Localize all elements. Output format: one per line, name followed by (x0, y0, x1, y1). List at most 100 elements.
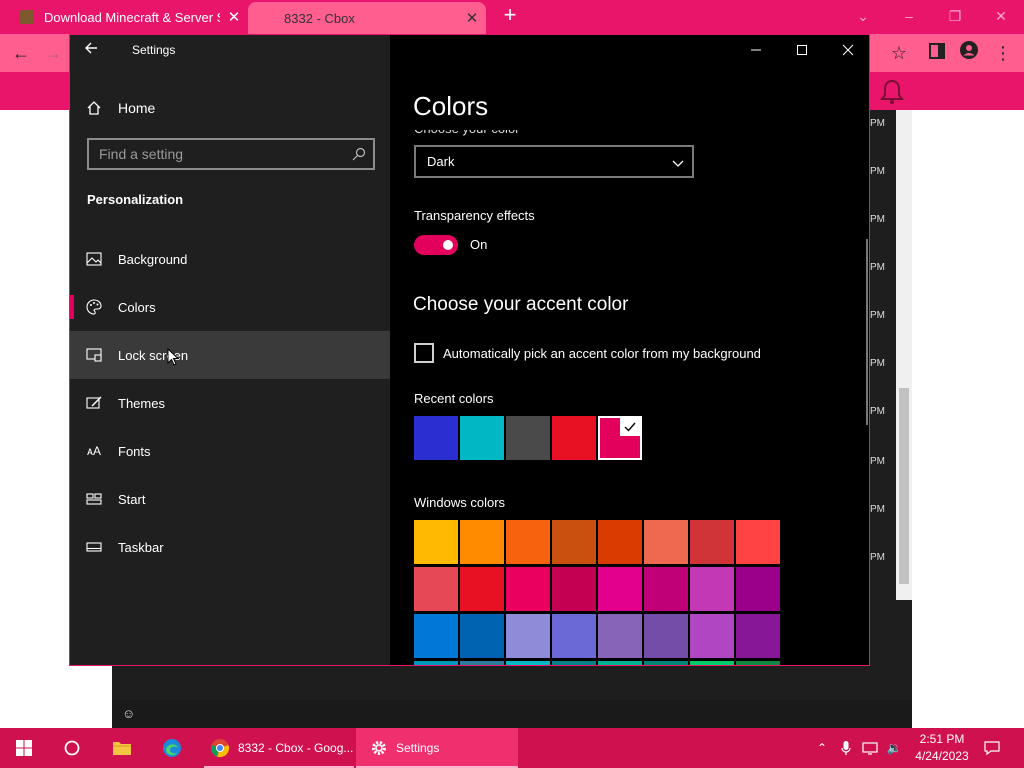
back-arrow-icon[interactable] (84, 41, 106, 61)
cortana-search-button[interactable] (56, 728, 88, 768)
file-explorer-button[interactable] (106, 728, 138, 768)
windows-color-swatch[interactable] (460, 614, 504, 658)
find-setting-search[interactable]: Find a setting (87, 138, 375, 170)
recent-color-swatch[interactable] (460, 416, 504, 460)
start-button[interactable] (8, 728, 40, 768)
windows-color-swatch[interactable] (598, 520, 642, 564)
sidebar-item-taskbar[interactable]: Taskbar (70, 523, 390, 571)
auto-pick-checkbox[interactable] (414, 343, 434, 363)
windows-color-swatch[interactable] (690, 614, 734, 658)
emoji-icon[interactable]: ☺ (122, 706, 135, 721)
window-title: Settings (132, 43, 176, 57)
windows-color-swatch[interactable] (506, 520, 550, 564)
action-center-icon[interactable] (982, 738, 1002, 758)
sidebar-item-background[interactable]: Background (70, 235, 390, 283)
notification-bell-icon[interactable] (878, 78, 906, 106)
recent-color-swatch[interactable] (552, 416, 596, 460)
side-panel-icon[interactable] (922, 38, 952, 68)
tab-close-icon[interactable]: ✕ (220, 8, 248, 26)
scrollbar-thumb[interactable] (899, 388, 909, 584)
new-tab-button[interactable]: + (498, 4, 522, 28)
forward-arrow-icon[interactable]: → (38, 38, 68, 68)
windows-color-swatch[interactable] (460, 520, 504, 564)
sidebar-item-lock-screen[interactable]: Lock screen (70, 331, 390, 379)
sidebar-item-themes[interactable]: Themes (70, 379, 390, 427)
recent-color-swatch[interactable] (506, 416, 550, 460)
windows-color-swatch[interactable] (414, 520, 458, 564)
mouse-cursor-icon (167, 347, 180, 371)
network-icon[interactable] (860, 738, 880, 758)
back-arrow-icon[interactable]: ← (6, 38, 36, 68)
recent-colors-label: Recent colors (414, 391, 494, 406)
sidebar-item-colors[interactable]: Colors (70, 283, 390, 331)
search-icon[interactable] (345, 147, 373, 161)
profile-avatar-icon[interactable] (954, 38, 984, 68)
show-hidden-icons-chevron-icon[interactable]: ⌃ (812, 738, 832, 758)
close-browser-icon[interactable]: ✕ (978, 4, 1024, 28)
minimize-icon[interactable] (733, 35, 779, 65)
auto-pick-accent-row[interactable]: Automatically pick an accent color from … (414, 343, 761, 363)
browser-menu-icon[interactable]: ⋮ (988, 38, 1018, 68)
taskbar-chrome-window[interactable]: 8332 - Cbox - Goog... (204, 728, 354, 768)
recent-color-swatch[interactable] (598, 416, 642, 460)
windows-color-swatch[interactable] (690, 661, 734, 665)
chat-scrollbar[interactable] (896, 110, 912, 600)
browser-tab-cbox[interactable]: 8332 - Cbox ✕ (248, 2, 486, 34)
taskbar-clock[interactable]: 2:51 PM 4/24/2023 (904, 731, 980, 765)
close-icon[interactable] (825, 35, 869, 65)
windows-color-swatch[interactable] (552, 661, 596, 665)
windows-color-swatch[interactable] (552, 614, 596, 658)
minimize-browser-icon[interactable]: – (886, 4, 932, 28)
windows-color-swatch[interactable] (644, 520, 688, 564)
home-nav-item[interactable]: Home (70, 91, 390, 125)
bookmark-star-icon[interactable]: ☆ (884, 38, 914, 68)
windows-color-swatch[interactable] (644, 614, 688, 658)
sidebar-item-label: Colors (118, 299, 156, 315)
windows-color-swatch[interactable] (552, 567, 596, 611)
windows-color-swatch[interactable] (414, 567, 458, 611)
microphone-icon[interactable] (836, 738, 856, 758)
windows-color-swatch[interactable] (736, 661, 780, 665)
windows-color-swatch[interactable] (690, 567, 734, 611)
tab-search-chevron-icon[interactable]: ⌄ (840, 4, 886, 28)
windows-color-swatch[interactable] (736, 567, 780, 611)
restore-browser-icon[interactable]: ❐ (932, 4, 978, 28)
windows-color-swatch[interactable] (506, 614, 550, 658)
volume-icon[interactable]: 🔉 (884, 738, 904, 758)
windows-color-swatch[interactable] (690, 520, 734, 564)
fonts-icon: ᴀA (87, 444, 101, 458)
chrome-icon (210, 739, 230, 758)
windows-color-swatch[interactable] (644, 661, 688, 665)
recent-color-swatch[interactable] (414, 416, 458, 460)
windows-color-swatch[interactable] (598, 661, 642, 665)
browser-tab-minecraft[interactable]: Download Minecraft & Server So ✕ (8, 0, 248, 34)
edge-browser-button[interactable] (156, 728, 188, 768)
windows-color-swatch[interactable] (736, 520, 780, 564)
chat-time: PM (870, 504, 885, 515)
windows-color-swatch[interactable] (460, 567, 504, 611)
windows-color-swatch[interactable] (552, 520, 596, 564)
windows-color-swatch[interactable] (460, 661, 504, 665)
home-icon (70, 100, 118, 116)
gear-icon (372, 741, 386, 755)
toggle-knob (443, 240, 453, 250)
maximize-icon[interactable] (779, 35, 825, 65)
windows-color-swatch[interactable] (644, 567, 688, 611)
windows-color-swatch[interactable] (414, 661, 458, 665)
windows-color-swatch[interactable] (598, 614, 642, 658)
checkmark-icon (620, 418, 640, 436)
windows-color-swatch[interactable] (414, 614, 458, 658)
windows-color-swatch[interactable] (736, 614, 780, 658)
choose-color-dropdown[interactable]: Dark (414, 145, 694, 178)
windows-color-swatch[interactable] (506, 567, 550, 611)
transparency-toggle[interactable] (414, 235, 458, 255)
windows-color-swatch[interactable] (506, 661, 550, 665)
sidebar-item-fonts[interactable]: ᴀA Fonts (70, 427, 390, 475)
chat-time: PM (870, 406, 885, 417)
sidebar-item-start[interactable]: Start (70, 475, 390, 523)
settings-scrollbar[interactable] (866, 239, 868, 425)
search-input[interactable]: Find a setting (89, 146, 345, 162)
tab-close-icon[interactable]: ✕ (458, 9, 486, 27)
taskbar-settings-window[interactable]: Settings (356, 728, 518, 768)
windows-color-swatch[interactable] (598, 567, 642, 611)
